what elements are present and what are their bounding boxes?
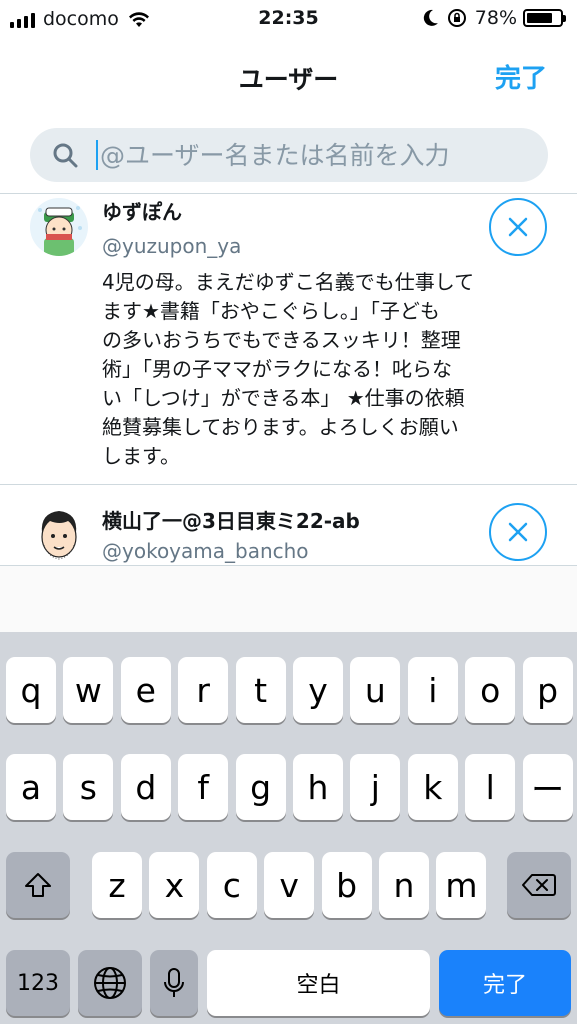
key-v[interactable]: v (264, 852, 315, 918)
battery-icon (523, 9, 566, 27)
close-icon (508, 217, 528, 237)
key-a[interactable]: a (6, 754, 56, 820)
key-f[interactable]: f (178, 754, 229, 820)
user-name: 横山了一@3日目東ミ22-ab (102, 509, 360, 533)
globe-icon (94, 967, 126, 999)
keyboard-done-key[interactable]: 完了 (439, 950, 571, 1016)
key-g[interactable]: g (235, 754, 286, 820)
avatar (30, 503, 88, 561)
key-x[interactable]: x (149, 852, 200, 918)
remove-user-button[interactable] (489, 198, 547, 256)
key-u[interactable]: u (350, 657, 401, 723)
numbers-key[interactable]: 123 (6, 950, 70, 1016)
search-input[interactable] (100, 128, 540, 182)
space-key[interactable]: 空白 (207, 950, 430, 1016)
battery-fill (527, 13, 552, 23)
status-bar: docomo 22:35 78% (0, 0, 577, 38)
key-k[interactable]: k (407, 754, 458, 820)
search-bar[interactable] (30, 128, 548, 182)
key-r[interactable]: r (178, 657, 229, 723)
key-z[interactable]: z (92, 852, 142, 918)
key-i[interactable]: i (407, 657, 458, 723)
key-m[interactable]: m (436, 852, 487, 918)
key-j[interactable]: j (350, 754, 401, 820)
text-cursor (96, 140, 98, 170)
status-right: 78% (423, 7, 566, 29)
empty-area (0, 566, 577, 632)
page-title: ユーザー (238, 65, 339, 94)
globe-key[interactable] (78, 950, 142, 1016)
key-t[interactable]: t (235, 657, 286, 723)
backspace-icon (522, 874, 556, 896)
avatar (30, 198, 88, 256)
keyboard: 123 空白 完了 qwertyuiop asdfghjklー zxcvbnm (0, 632, 577, 1024)
key-q[interactable]: q (6, 657, 56, 723)
shift-icon (25, 873, 51, 897)
backspace-key[interactable] (507, 852, 571, 918)
key-h[interactable]: h (293, 754, 343, 820)
key-d[interactable]: d (120, 754, 171, 820)
shift-key[interactable] (6, 852, 70, 918)
key-n[interactable]: n (379, 852, 429, 918)
key-y[interactable]: y (293, 657, 343, 723)
nav-bar: ユーザー 完了 (0, 38, 577, 114)
user-bio: 4児の母。まえだゆずこ名義でも仕事して ます★書籍「おやこぐらし。」「子ども の… (102, 270, 475, 468)
key-p[interactable]: p (522, 657, 573, 723)
user-handle: @yuzupon_ya (102, 234, 242, 258)
list-item[interactable]: 横山了一@3日目東ミ22-ab @yokoyama_bancho (0, 485, 577, 566)
key-ー[interactable]: ー (522, 754, 573, 820)
microphone-icon (164, 968, 184, 997)
key-s[interactable]: s (63, 754, 114, 820)
orientation-lock-icon (447, 9, 466, 27)
search-icon (53, 143, 78, 168)
selected-user-list: ゆずぽん @yuzupon_ya 4児の母。まえだゆずこ名義でも仕事して ます★… (0, 194, 577, 566)
key-w[interactable]: w (63, 657, 114, 723)
microphone-key[interactable] (150, 950, 198, 1016)
moon-icon (423, 9, 438, 26)
done-button[interactable]: 完了 (495, 58, 547, 95)
remove-user-button[interactable] (489, 503, 547, 561)
close-icon (508, 522, 528, 542)
key-b[interactable]: b (321, 852, 372, 918)
battery-percent: 78% (474, 7, 517, 29)
key-l[interactable]: l (465, 754, 516, 820)
key-o[interactable]: o (465, 657, 516, 723)
key-c[interactable]: c (206, 852, 257, 918)
key-e[interactable]: e (120, 657, 171, 723)
user-name: ゆずぽん (102, 200, 182, 224)
list-item[interactable]: ゆずぽん @yuzupon_ya 4児の母。まえだゆずこ名義でも仕事して ます★… (0, 194, 577, 484)
user-handle: @yokoyama_bancho (102, 539, 309, 563)
